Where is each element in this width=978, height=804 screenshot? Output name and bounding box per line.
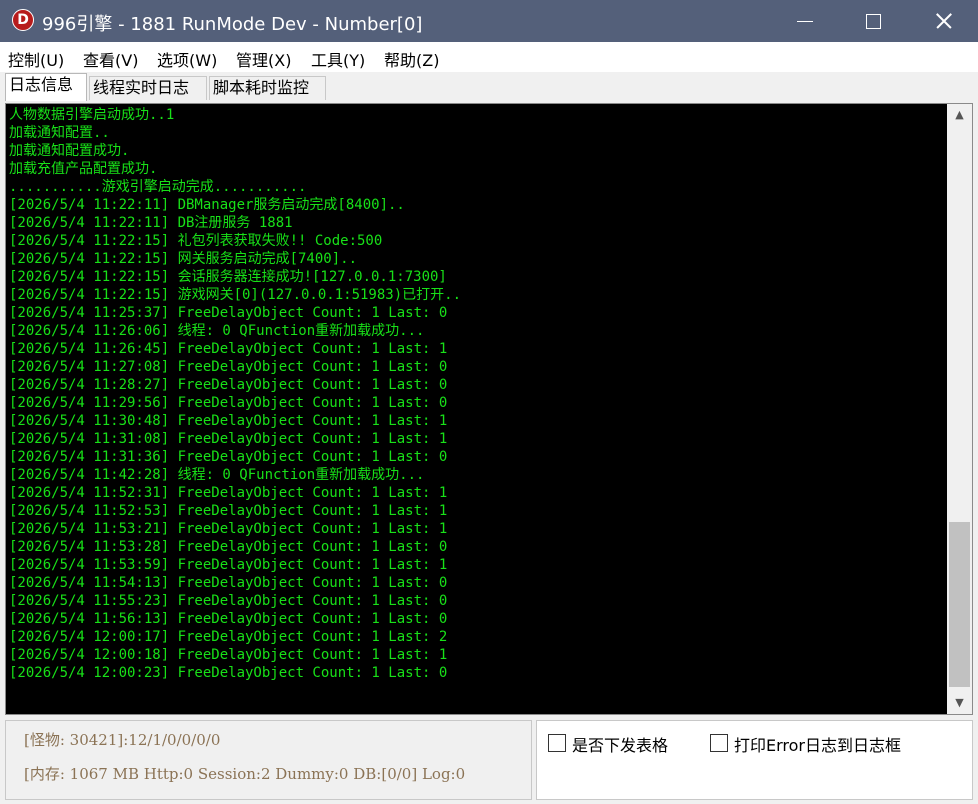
log-line: [2026/5/4 11:22:15] 礼包列表获取失败!! Code:500 <box>9 233 383 249</box>
log-line: [2026/5/4 11:52:53] FreeDelayObject Coun… <box>9 503 448 519</box>
maximize-button[interactable] <box>844 0 900 42</box>
menu-control[interactable]: 控制(U) <box>8 47 64 71</box>
scroll-down-arrow-icon[interactable]: ▼ <box>947 692 972 714</box>
menu-view[interactable]: 查看(V) <box>83 47 138 71</box>
log-line: [2026/5/4 11:22:15] 游戏网关[0](127.0.0.1:51… <box>9 287 462 303</box>
close-button[interactable] <box>914 0 970 42</box>
memory-status: [内存: 1067 MB Http:0 Session:2 Dummy:0 DB… <box>24 765 466 783</box>
log-line: [2026/5/4 11:22:11] DBManager服务启动完成[8400… <box>9 197 405 213</box>
menu-bar: 控制(U) 查看(V) 选项(W) 管理(X) 工具(Y) 帮助(Z) <box>0 42 978 72</box>
log-line: [2026/5/4 11:56:13] FreeDelayObject Coun… <box>9 611 448 627</box>
log-line: [2026/5/4 12:00:18] FreeDelayObject Coun… <box>9 647 448 663</box>
scroll-up-arrow-icon[interactable]: ▲ <box>947 104 972 126</box>
tab-log-info[interactable]: 日志信息 <box>5 73 87 101</box>
log-line: [2026/5/4 11:42:28] 线程: 0 QFunction重新加载成… <box>9 467 425 483</box>
log-line: [2026/5/4 11:53:59] FreeDelayObject Coun… <box>9 557 448 573</box>
log-lines: 人物数据引擎启动成功..1 加载通知配置.. 加载通知配置成功. 加载充值产品配置成功… <box>9 106 944 682</box>
log-line: [2026/5/4 12:00:17] FreeDelayObject Coun… <box>9 629 448 645</box>
log-line: [2026/5/4 11:55:23] FreeDelayObject Coun… <box>9 593 448 609</box>
log-line: [2026/5/4 11:27:08] FreeDelayObject Coun… <box>9 359 448 375</box>
log-line: [2026/5/4 11:53:21] FreeDelayObject Coun… <box>9 521 448 537</box>
menu-manage[interactable]: 管理(X) <box>236 47 291 71</box>
scrollbar-thumb[interactable] <box>949 522 970 687</box>
log-line: [2026/5/4 11:31:08] FreeDelayObject Coun… <box>9 431 448 447</box>
send-table-checkbox[interactable] <box>548 734 566 752</box>
log-line: [2026/5/4 11:30:48] FreeDelayObject Coun… <box>9 413 448 429</box>
app-logo-icon: D <box>12 9 34 31</box>
log-line: [2026/5/4 11:54:13] FreeDelayObject Coun… <box>9 575 448 591</box>
minimize-button[interactable] <box>778 0 834 42</box>
tab-thread-realtime-log[interactable]: 线程实时日志 <box>89 76 207 100</box>
log-line: 人物数据引擎启动成功..1 <box>9 107 175 123</box>
log-line: [2026/5/4 11:52:31] FreeDelayObject Coun… <box>9 485 448 501</box>
log-line: [2026/5/4 12:00:23] FreeDelayObject Coun… <box>9 665 448 681</box>
tab-script-time-monitor[interactable]: 脚本耗时监控 <box>209 76 326 100</box>
log-line: [2026/5/4 11:26:45] FreeDelayObject Coun… <box>9 341 448 357</box>
print-error-checkbox[interactable] <box>710 734 728 752</box>
title-bar: D 996引擎 - 1881 RunMode Dev - Number[0] <box>0 0 978 42</box>
monster-status: [怪物: 30421]:12/1/0/0/0/0 <box>24 731 221 749</box>
log-line: 加载通知配置.. <box>9 125 110 141</box>
send-table-label[interactable]: 是否下发表格 <box>572 732 668 756</box>
menu-tools[interactable]: 工具(Y) <box>311 47 365 71</box>
window-title: 996引擎 - 1881 RunMode Dev - Number[0] <box>42 14 423 35</box>
menu-help[interactable]: 帮助(Z) <box>384 47 439 71</box>
options-panel: 是否下发表格 打印Error日志到日志框 <box>536 720 973 800</box>
log-line: 加载通知配置成功. <box>9 143 130 159</box>
log-line: [2026/5/4 11:22:11] DB注册服务 1881 <box>9 215 293 231</box>
log-line: [2026/5/4 11:25:37] FreeDelayObject Coun… <box>9 305 448 321</box>
menu-options[interactable]: 选项(W) <box>157 47 217 71</box>
log-line: [2026/5/4 11:29:56] FreeDelayObject Coun… <box>9 395 448 411</box>
log-line: [2026/5/4 11:31:36] FreeDelayObject Coun… <box>9 449 448 465</box>
print-error-label[interactable]: 打印Error日志到日志框 <box>734 732 901 756</box>
status-panel: [怪物: 30421]:12/1/0/0/0/0 [内存: 1067 MB Ht… <box>5 720 532 800</box>
log-line: ...........游戏引擎启动完成........... <box>9 179 307 195</box>
log-line: 加载充值产品配置成功. <box>9 161 158 177</box>
log-line: [2026/5/4 11:22:15] 会话服务器连接成功![127.0.0.1… <box>9 269 447 285</box>
log-scrollbar[interactable]: ▲ ▼ <box>947 104 972 714</box>
log-line: [2026/5/4 11:53:28] FreeDelayObject Coun… <box>9 539 448 555</box>
log-output[interactable]: 人物数据引擎启动成功..1 加载通知配置.. 加载通知配置成功. 加载充值产品配置成功… <box>5 103 973 715</box>
log-line: [2026/5/4 11:22:15] 网关服务启动完成[7400].. <box>9 251 358 267</box>
tab-bar: 日志信息 线程实时日志 脚本耗时监控 <box>0 72 978 102</box>
log-line: [2026/5/4 11:26:06] 线程: 0 QFunction重新加载成… <box>9 323 425 339</box>
log-line: [2026/5/4 11:28:27] FreeDelayObject Coun… <box>9 377 448 393</box>
